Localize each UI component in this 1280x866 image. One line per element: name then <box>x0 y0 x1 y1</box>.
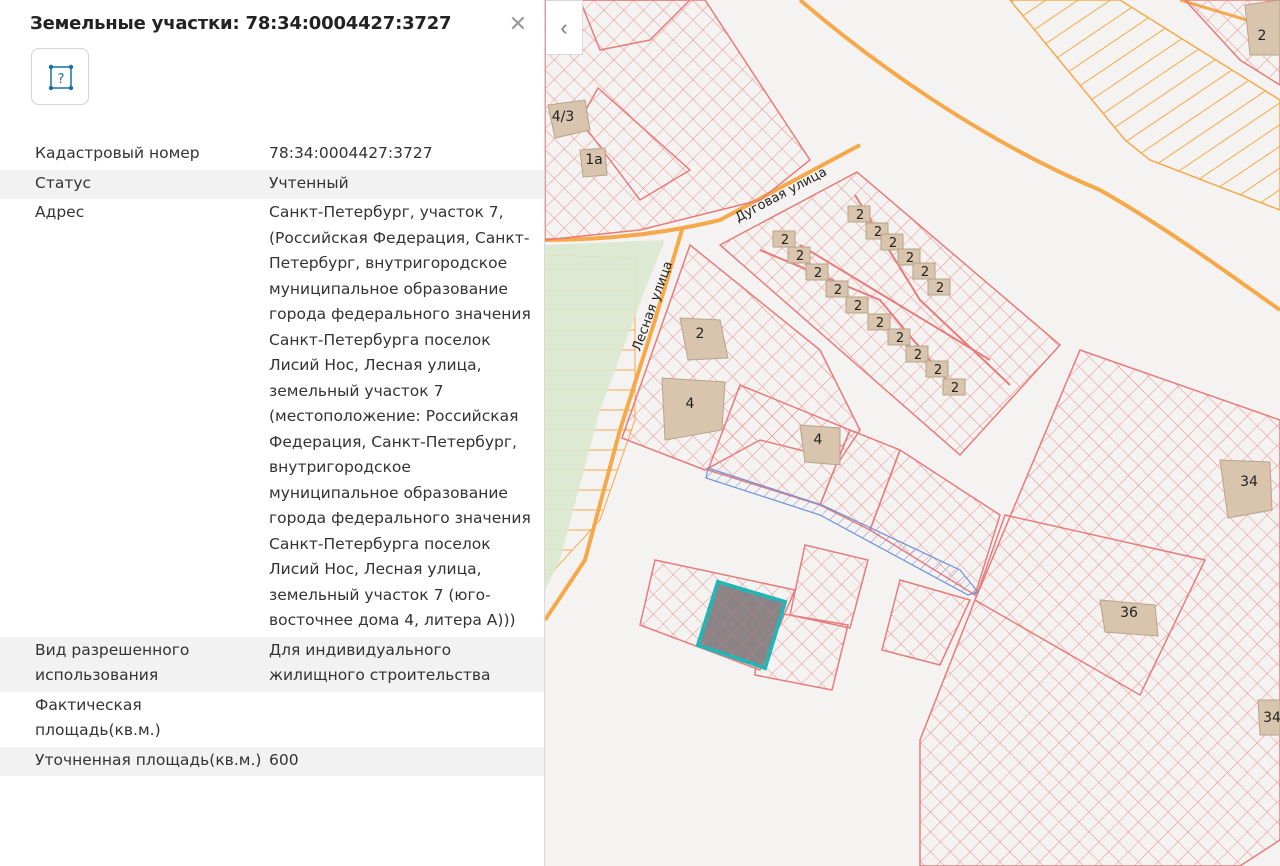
building-label: 1а <box>585 152 603 168</box>
building-label: 2 <box>796 249 804 264</box>
building-label: 2 <box>854 299 862 314</box>
building-label: 2 <box>1258 28 1267 44</box>
property-value: Учтенный <box>269 173 349 192</box>
property-row: Статус Учтенный <box>0 169 544 199</box>
property-key: Уточненная площадь(кв.м.) <box>35 750 262 769</box>
property-key: Фактическая площадь(кв.м.) <box>35 695 161 740</box>
panel-title: Земельные участки: 78:34:0004427:3727 <box>30 13 452 34</box>
building-label: 2 <box>856 208 864 223</box>
property-key: Статус <box>35 173 92 192</box>
property-key: Вид разрешенного использования <box>35 640 190 685</box>
property-value <box>269 692 544 747</box>
property-row: Уточненная площадь(кв.м.) 600 <box>0 746 544 776</box>
building-label: 4 <box>686 396 695 412</box>
property-key: Адрес <box>35 203 85 221</box>
property-key: Кадастровый номер <box>35 144 200 162</box>
property-row: Адрес Санкт-Петербург, участок 7, (Росси… <box>0 199 544 637</box>
building-label: 2 <box>889 236 897 251</box>
property-value: Для индивидуального жилищного строительс… <box>269 640 491 685</box>
property-row: Вид разрешенного использования Для индив… <box>0 636 544 692</box>
property-value: Санкт-Петербург, участок 7, (Российская … <box>269 203 531 629</box>
building-label: 2 <box>934 363 942 378</box>
parcel-help-icon[interactable]: ? <box>31 48 89 105</box>
info-panel: Земельные участки: 78:34:0004427:3727 ✕ … <box>0 0 545 866</box>
building-label: 2 <box>921 265 929 280</box>
property-row: Кадастровый номер 78:34:0004427:3727 <box>0 140 544 170</box>
building-label: 2 <box>876 316 884 331</box>
building-label: 4/3 <box>552 109 575 125</box>
property-value: 78:34:0004427:3727 <box>269 144 433 162</box>
building-label: 2 <box>936 281 944 296</box>
property-value: 600 <box>269 750 299 769</box>
close-icon[interactable]: ✕ <box>505 12 531 38</box>
property-row: Фактическая площадь(кв.м.) <box>0 692 544 747</box>
properties-table: Кадастровый номер 78:34:0004427:3727 Ста… <box>0 140 544 776</box>
building-label: 2 <box>951 381 959 396</box>
collapse-panel-button[interactable]: ‹ <box>546 0 583 55</box>
building-label: 4 <box>814 432 823 448</box>
building-label: 2 <box>781 233 789 248</box>
building-label: 34 <box>1263 710 1280 726</box>
building-label: 2 <box>696 326 705 342</box>
building-label: 2 <box>896 331 904 346</box>
building-label: 34 <box>1240 474 1258 490</box>
help-glyph: ? <box>58 72 65 87</box>
building-label: 2 <box>814 266 822 281</box>
building-label: 2 <box>834 283 842 298</box>
building-label: 2 <box>914 348 922 363</box>
building-label: 36 <box>1120 605 1138 621</box>
